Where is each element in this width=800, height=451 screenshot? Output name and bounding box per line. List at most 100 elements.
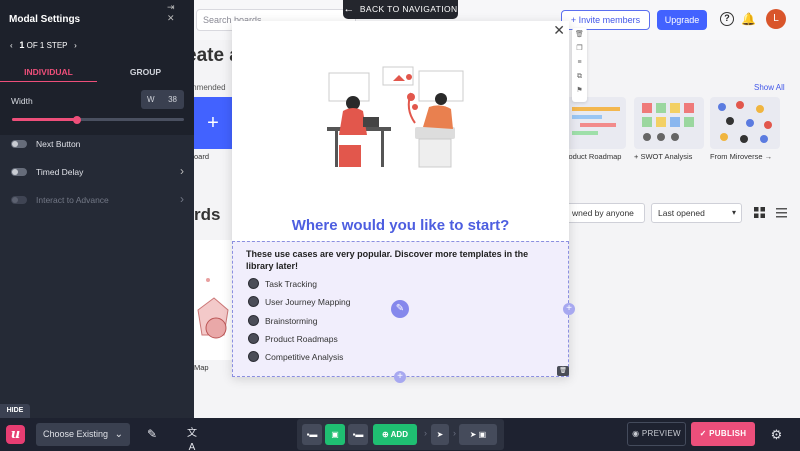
width-slider-fill	[12, 118, 78, 121]
tab-individual[interactable]: INDIVIDUAL	[0, 62, 97, 82]
panel-tabs: INDIVIDUAL GROUP	[0, 62, 194, 82]
radio-button[interactable]	[248, 315, 259, 326]
template-thumb-roadmap[interactable]	[566, 97, 626, 149]
pointer-page-icon[interactable]: ➤ ▣	[459, 424, 497, 445]
copy-icon[interactable]: ❐	[572, 42, 587, 56]
bookmark-icon[interactable]: ⚑	[572, 84, 587, 98]
chevron-down-icon: ▾	[731, 208, 736, 217]
step-slideout-icon[interactable]: ▪▬	[348, 424, 368, 445]
timed-delay-label: Timed Delay	[36, 167, 84, 177]
avatar[interactable]: L	[766, 9, 786, 29]
swot-thumbnail-icon	[642, 103, 694, 141]
delete-block-icon[interactable]: 🗑	[557, 366, 569, 376]
option-label: Task Tracking	[265, 279, 317, 289]
modal-settings-panel: Modal Settings ⇥ ✕ ‹ 1 OF 1 STEP › INDIV…	[0, 0, 194, 418]
tab-group[interactable]: GROUP	[97, 62, 194, 82]
preview-label: PREVIEW	[641, 429, 681, 438]
close-icon[interactable]: ✕	[553, 22, 565, 39]
width-prefix: W	[147, 95, 155, 104]
template-card-label: From Miroverse →	[710, 152, 773, 161]
radio-button[interactable]	[248, 296, 259, 307]
board-illustration-icon	[197, 278, 229, 339]
next-button-row[interactable]: Next Button	[0, 130, 194, 158]
template-thumb-miroverse[interactable]	[710, 97, 780, 149]
add-block-right-icon[interactable]: +	[563, 303, 575, 315]
interact-to-advance-label: Interact to Advance	[36, 195, 109, 205]
invite-label: Invite members	[578, 15, 641, 25]
timed-delay-toggle[interactable]	[11, 168, 27, 176]
next-button-toggle[interactable]	[11, 140, 27, 148]
step-modal-icon[interactable]: ▣	[325, 424, 345, 445]
chevron-right-icon[interactable]: ›	[180, 164, 184, 178]
pencil-icon[interactable]: ✎	[145, 427, 159, 441]
width-label: Width	[11, 96, 33, 106]
new-board-button[interactable]: +	[194, 97, 232, 149]
interact-to-advance-row[interactable]: Interact to Advance ›	[0, 186, 194, 214]
recommended-label: mmended	[190, 83, 226, 92]
modal-side-toolbar: 🗑 ❐ ≡ ⧉ ⚑	[572, 28, 587, 102]
roadmap-thumbnail-icon	[572, 107, 620, 135]
bottom-toolbar: u Choose Existing ⌄ ✎ 文A ▪▬ ▣ ▪▬ ⊕ ADD ›…	[0, 418, 800, 451]
owner-filter-select[interactable]: wned by anyone	[565, 203, 645, 223]
step-current: 1	[19, 40, 25, 50]
duplicate-icon[interactable]: ⧉	[572, 70, 587, 84]
width-value: 38	[168, 95, 177, 104]
radio-button[interactable]	[248, 333, 259, 344]
options-block[interactable]: These use cases are very popular. Discov…	[232, 241, 575, 383]
back-to-navigation-label: BACK TO NAVIGATION	[359, 4, 458, 14]
width-input[interactable]: W 38	[141, 90, 184, 109]
template-card-label: oard	[194, 152, 210, 161]
preview-button[interactable]: ◉ PREVIEW	[627, 422, 686, 446]
add-block-below-icon[interactable]: +	[394, 371, 406, 383]
list-view-icon[interactable]	[776, 207, 787, 218]
radio-button[interactable]	[248, 351, 259, 362]
publish-button[interactable]: ✓ PUBLISH	[691, 422, 755, 446]
publish-label: PUBLISH	[709, 429, 747, 438]
boards-heading: rds	[194, 205, 221, 224]
show-all-link[interactable]: Show All	[754, 83, 785, 92]
sort-select-value: Last opened	[658, 208, 705, 218]
chevron-right-icon[interactable]: ›	[180, 192, 184, 206]
choose-existing-select[interactable]: Choose Existing ⌄	[36, 423, 130, 446]
step-prev-icon[interactable]: ‹	[10, 41, 13, 50]
arrow-left-icon: ←	[343, 3, 355, 15]
step-navigator: ‹ 1 OF 1 STEP ›	[10, 40, 77, 50]
width-slider-handle[interactable]	[73, 115, 82, 124]
help-icon[interactable]: ?	[720, 12, 734, 26]
template-thumb-swot[interactable]	[634, 97, 704, 149]
userpilot-logo-icon[interactable]: u	[6, 425, 25, 444]
modal-intro-text: These use cases are very popular. Discov…	[246, 249, 529, 271]
grid-view-icon[interactable]	[754, 207, 765, 218]
chevron-right-icon: ›	[453, 428, 456, 438]
edit-pencil-icon[interactable]: ✎	[391, 300, 409, 318]
trash-icon[interactable]: 🗑	[572, 28, 587, 42]
option-label: Competitive Analysis	[265, 352, 344, 362]
width-slider[interactable]	[12, 115, 184, 124]
modal-heading: Where would you like to start?	[291, 217, 510, 234]
sort-select[interactable]: Last opened ▾	[651, 203, 742, 223]
panel-window-icons[interactable]: ⇥ ✕	[167, 2, 194, 24]
add-step-button[interactable]: ⊕ ADD	[373, 424, 417, 445]
radio-button[interactable]	[248, 278, 259, 289]
timed-delay-row[interactable]: Timed Delay ›	[0, 158, 194, 186]
option-label: User Journey Mapping	[265, 297, 351, 307]
bell-icon[interactable]: 🔔	[741, 11, 756, 27]
people-working-illustration	[327, 66, 464, 168]
gear-icon[interactable]: ⚙	[769, 427, 784, 442]
miroverse-thumbnail-icon	[718, 101, 772, 143]
eye-icon: ◉	[632, 429, 640, 438]
board-card-label: Map	[194, 363, 209, 372]
upgrade-button[interactable]: Upgrade	[657, 10, 707, 30]
board-card[interactable]	[194, 240, 232, 360]
hide-panel-button[interactable]: HIDE	[0, 404, 30, 418]
step-next-icon[interactable]: ›	[74, 41, 77, 50]
chevron-right-icon: ›	[424, 428, 427, 438]
align-icon[interactable]: ≡	[572, 56, 587, 70]
back-to-navigation-button[interactable]: ← BACK TO NAVIGATION	[343, 0, 458, 19]
pointer-icon[interactable]: ➤	[431, 424, 449, 445]
invite-members-button[interactable]: + Invite members	[561, 10, 650, 30]
flow-steps-group: ▪▬ ▣ ▪▬ ⊕ ADD › ➤ › ➤ ▣	[297, 419, 504, 450]
interact-to-advance-toggle[interactable]	[11, 196, 27, 204]
translate-icon[interactable]: 文A	[184, 427, 200, 451]
step-tooltip-icon[interactable]: ▪▬	[302, 424, 322, 445]
